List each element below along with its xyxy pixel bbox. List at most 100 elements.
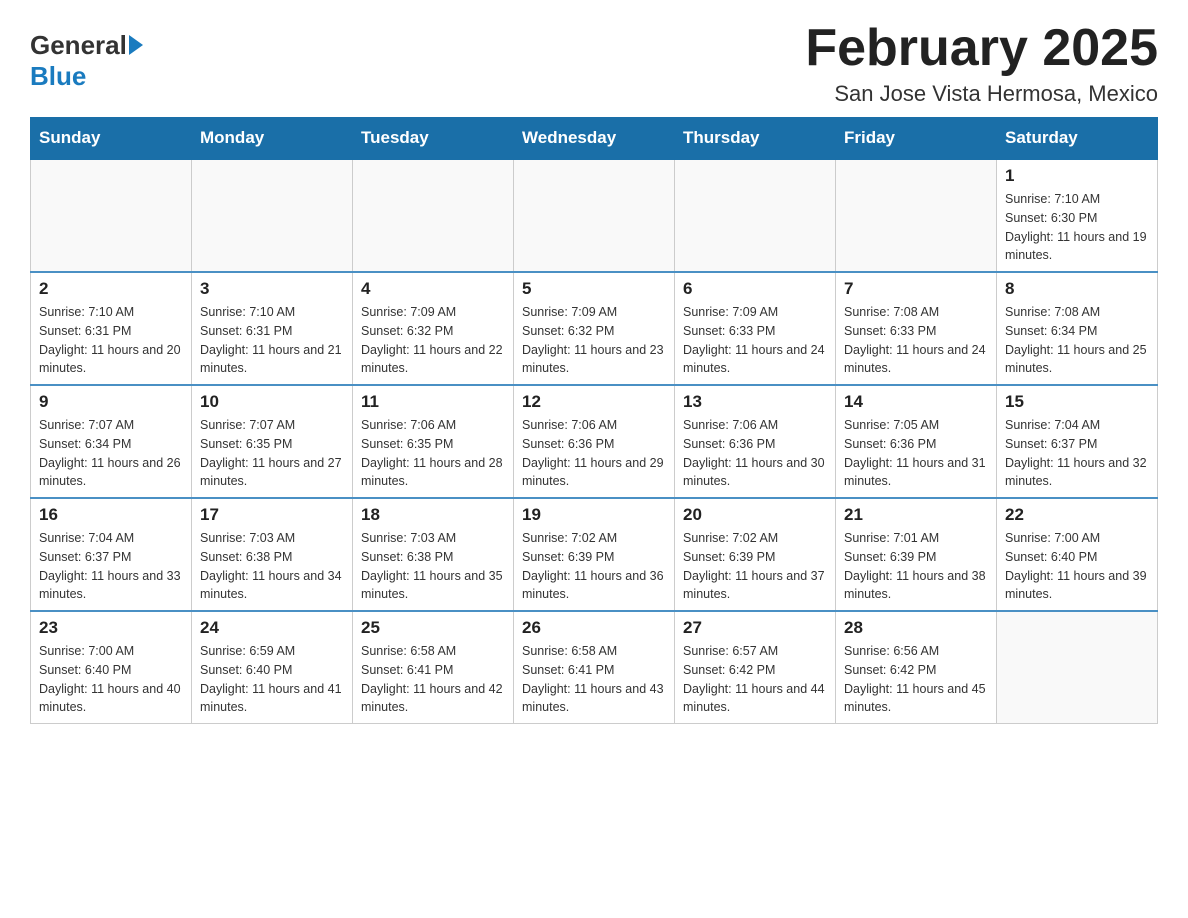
logo-blue-text: Blue xyxy=(30,61,86,92)
page-header: General Blue February 2025 San Jose Vist… xyxy=(30,20,1158,107)
calendar-day-cell xyxy=(675,159,836,272)
calendar-subtitle: San Jose Vista Hermosa, Mexico xyxy=(805,81,1158,107)
calendar-day-cell: 23 Sunrise: 7:00 AMSunset: 6:40 PMDayligh… xyxy=(31,611,192,724)
calendar-day-cell: 18Sunrise: 7:03 AMSunset: 6:38 PMDayligh… xyxy=(353,498,514,611)
day-number: 25 xyxy=(361,618,505,638)
day-number: 24 xyxy=(200,618,344,638)
calendar-day-cell: 14 Sunrise: 7:05 AMSunset: 6:36 PMDayligh… xyxy=(836,385,997,498)
calendar-week-row: 1 Sunrise: 7:10 AMSunset: 6:30 PMDaylight… xyxy=(31,159,1158,272)
day-info: Sunrise: 7:08 AMSunset: 6:34 PMDaylight:… xyxy=(1005,303,1149,378)
day-info: Sunrise: 7:10 AMSunset: 6:31 PMDaylight:… xyxy=(39,303,183,378)
calendar-day-cell: 12Sunrise: 7:06 AMSunset: 6:36 PMDayligh… xyxy=(514,385,675,498)
logo-general-text: General xyxy=(30,30,127,61)
day-number: 18 xyxy=(361,505,505,525)
day-number: 8 xyxy=(1005,279,1149,299)
day-info: Sunrise: 7:10 AMSunset: 6:30 PMDaylight:… xyxy=(1005,190,1149,265)
calendar-day-cell xyxy=(31,159,192,272)
calendar-week-row: 9 Sunrise: 7:07 AMSunset: 6:34 PMDaylight… xyxy=(31,385,1158,498)
calendar-day-cell: 28 Sunrise: 6:56 AMSunset: 6:42 PMDayligh… xyxy=(836,611,997,724)
calendar-day-cell: 22 Sunrise: 7:00 AMSunset: 6:40 PMDayligh… xyxy=(997,498,1158,611)
calendar-header-row: SundayMondayTuesdayWednesdayThursdayFrid… xyxy=(31,118,1158,160)
calendar-day-cell: 15Sunrise: 7:04 AMSunset: 6:37 PMDayligh… xyxy=(997,385,1158,498)
day-info: Sunrise: 7:01 AMSunset: 6:39 PMDaylight:… xyxy=(844,529,988,604)
day-info: Sunrise: 7:08 AMSunset: 6:33 PMDaylight:… xyxy=(844,303,988,378)
day-info: Sunrise: 7:05 AMSunset: 6:36 PMDaylight:… xyxy=(844,416,988,491)
day-number: 19 xyxy=(522,505,666,525)
calendar-day-cell: 2 Sunrise: 7:10 AMSunset: 6:31 PMDaylight… xyxy=(31,272,192,385)
day-info: Sunrise: 7:00 AMSunset: 6:40 PMDaylight:… xyxy=(1005,529,1149,604)
calendar-day-cell: 8 Sunrise: 7:08 AMSunset: 6:34 PMDaylight… xyxy=(997,272,1158,385)
logo: General Blue xyxy=(30,30,143,92)
day-number: 3 xyxy=(200,279,344,299)
day-info: Sunrise: 6:56 AMSunset: 6:42 PMDaylight:… xyxy=(844,642,988,717)
day-number: 28 xyxy=(844,618,988,638)
day-of-week-header: Saturday xyxy=(997,118,1158,160)
day-number: 10 xyxy=(200,392,344,412)
day-number: 7 xyxy=(844,279,988,299)
day-number: 15 xyxy=(1005,392,1149,412)
calendar-week-row: 2 Sunrise: 7:10 AMSunset: 6:31 PMDaylight… xyxy=(31,272,1158,385)
day-of-week-header: Thursday xyxy=(675,118,836,160)
day-info: Sunrise: 7:02 AMSunset: 6:39 PMDaylight:… xyxy=(522,529,666,604)
calendar-week-row: 23 Sunrise: 7:00 AMSunset: 6:40 PMDayligh… xyxy=(31,611,1158,724)
calendar-table: SundayMondayTuesdayWednesdayThursdayFrid… xyxy=(30,117,1158,724)
day-number: 27 xyxy=(683,618,827,638)
calendar-day-cell xyxy=(514,159,675,272)
day-number: 6 xyxy=(683,279,827,299)
day-of-week-header: Sunday xyxy=(31,118,192,160)
day-number: 12 xyxy=(522,392,666,412)
day-info: Sunrise: 7:10 AMSunset: 6:31 PMDaylight:… xyxy=(200,303,344,378)
day-number: 16 xyxy=(39,505,183,525)
day-info: Sunrise: 6:59 AMSunset: 6:40 PMDaylight:… xyxy=(200,642,344,717)
day-info: Sunrise: 7:04 AMSunset: 6:37 PMDaylight:… xyxy=(39,529,183,604)
day-info: Sunrise: 6:57 AMSunset: 6:42 PMDaylight:… xyxy=(683,642,827,717)
calendar-day-cell: 6 Sunrise: 7:09 AMSunset: 6:33 PMDaylight… xyxy=(675,272,836,385)
day-number: 21 xyxy=(844,505,988,525)
day-number: 9 xyxy=(39,392,183,412)
day-info: Sunrise: 7:09 AMSunset: 6:33 PMDaylight:… xyxy=(683,303,827,378)
calendar-day-cell: 1 Sunrise: 7:10 AMSunset: 6:30 PMDaylight… xyxy=(997,159,1158,272)
day-number: 14 xyxy=(844,392,988,412)
day-of-week-header: Friday xyxy=(836,118,997,160)
day-number: 26 xyxy=(522,618,666,638)
day-info: Sunrise: 7:06 AMSunset: 6:36 PMDaylight:… xyxy=(683,416,827,491)
day-info: Sunrise: 7:09 AMSunset: 6:32 PMDaylight:… xyxy=(522,303,666,378)
calendar-day-cell xyxy=(192,159,353,272)
title-block: February 2025 San Jose Vista Hermosa, Me… xyxy=(805,20,1158,107)
day-info: Sunrise: 6:58 AMSunset: 6:41 PMDaylight:… xyxy=(361,642,505,717)
day-number: 5 xyxy=(522,279,666,299)
day-info: Sunrise: 6:58 AMSunset: 6:41 PMDaylight:… xyxy=(522,642,666,717)
day-number: 20 xyxy=(683,505,827,525)
day-info: Sunrise: 7:07 AMSunset: 6:34 PMDaylight:… xyxy=(39,416,183,491)
day-of-week-header: Monday xyxy=(192,118,353,160)
calendar-day-cell: 13 Sunrise: 7:06 AMSunset: 6:36 PMDayligh… xyxy=(675,385,836,498)
calendar-day-cell: 9 Sunrise: 7:07 AMSunset: 6:34 PMDaylight… xyxy=(31,385,192,498)
calendar-day-cell: 21 Sunrise: 7:01 AMSunset: 6:39 PMDayligh… xyxy=(836,498,997,611)
calendar-day-cell: 17Sunrise: 7:03 AMSunset: 6:38 PMDayligh… xyxy=(192,498,353,611)
day-number: 23 xyxy=(39,618,183,638)
day-info: Sunrise: 7:00 AMSunset: 6:40 PMDaylight:… xyxy=(39,642,183,717)
day-number: 13 xyxy=(683,392,827,412)
day-of-week-header: Tuesday xyxy=(353,118,514,160)
calendar-day-cell: 25 Sunrise: 6:58 AMSunset: 6:41 PMDayligh… xyxy=(353,611,514,724)
logo-arrow-icon xyxy=(129,35,143,55)
calendar-day-cell: 7 Sunrise: 7:08 AMSunset: 6:33 PMDaylight… xyxy=(836,272,997,385)
calendar-day-cell: 11Sunrise: 7:06 AMSunset: 6:35 PMDayligh… xyxy=(353,385,514,498)
calendar-day-cell: 20Sunrise: 7:02 AMSunset: 6:39 PMDayligh… xyxy=(675,498,836,611)
calendar-day-cell: 4Sunrise: 7:09 AMSunset: 6:32 PMDaylight… xyxy=(353,272,514,385)
day-of-week-header: Wednesday xyxy=(514,118,675,160)
calendar-day-cell xyxy=(997,611,1158,724)
day-info: Sunrise: 7:06 AMSunset: 6:35 PMDaylight:… xyxy=(361,416,505,491)
calendar-day-cell xyxy=(836,159,997,272)
day-number: 1 xyxy=(1005,166,1149,186)
calendar-day-cell: 16 Sunrise: 7:04 AMSunset: 6:37 PMDayligh… xyxy=(31,498,192,611)
calendar-day-cell: 3 Sunrise: 7:10 AMSunset: 6:31 PMDaylight… xyxy=(192,272,353,385)
calendar-day-cell: 27 Sunrise: 6:57 AMSunset: 6:42 PMDayligh… xyxy=(675,611,836,724)
day-number: 22 xyxy=(1005,505,1149,525)
calendar-title: February 2025 xyxy=(805,20,1158,77)
calendar-week-row: 16 Sunrise: 7:04 AMSunset: 6:37 PMDayligh… xyxy=(31,498,1158,611)
calendar-day-cell: 10Sunrise: 7:07 AMSunset: 6:35 PMDayligh… xyxy=(192,385,353,498)
day-number: 2 xyxy=(39,279,183,299)
day-info: Sunrise: 7:09 AMSunset: 6:32 PMDaylight:… xyxy=(361,303,505,378)
day-info: Sunrise: 7:03 AMSunset: 6:38 PMDaylight:… xyxy=(200,529,344,604)
